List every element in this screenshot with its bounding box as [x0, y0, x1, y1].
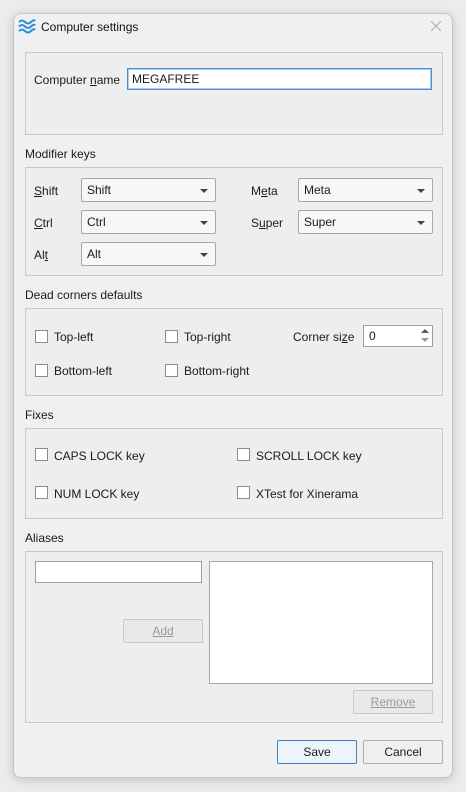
meta-select-value: Meta [304, 183, 331, 197]
aliases-heading: Aliases [25, 531, 64, 545]
alias-list[interactable] [209, 561, 433, 684]
alias-input[interactable] [35, 561, 202, 583]
general-group [25, 52, 443, 135]
ctrl-select[interactable]: Ctrl [81, 210, 216, 234]
bottom-right-label: Bottom-right [184, 364, 250, 378]
num-lock-label: NUM LOCK key [54, 487, 140, 501]
scroll-lock-label: SCROLL LOCK key [256, 449, 362, 463]
corner-size-value: 0 [369, 329, 376, 343]
meta-select[interactable]: Meta [298, 178, 433, 202]
shift-select[interactable]: Shift [81, 178, 216, 202]
dead-corners-group [25, 308, 443, 396]
top-left-checkbox[interactable] [35, 330, 48, 343]
chevron-down-icon [200, 253, 208, 257]
scroll-lock-checkbox[interactable] [237, 448, 250, 461]
fixes-heading: Fixes [25, 408, 54, 422]
modifier-keys-heading: Modifier keys [25, 147, 96, 161]
ctrl-label: Ctrl [34, 216, 53, 230]
computer-name-value: MEGAFREE [132, 72, 200, 86]
spin-down-icon[interactable] [420, 336, 430, 345]
xtest-xinerama-label: XTest for Xinerama [256, 487, 359, 501]
dead-corners-heading: Dead corners defaults [25, 288, 143, 302]
computer-name-label: Computer name [34, 73, 121, 87]
shift-label: Shift [34, 184, 59, 198]
spin-up-icon[interactable] [420, 327, 430, 336]
alt-select-value: Alt [87, 247, 102, 261]
caps-lock-checkbox[interactable] [35, 448, 48, 461]
super-label: Super [251, 216, 284, 230]
caps-lock-label: CAPS LOCK key [54, 449, 145, 463]
num-lock-checkbox[interactable] [35, 486, 48, 499]
bottom-left-label: Bottom-left [54, 364, 113, 378]
chevron-down-icon [417, 221, 425, 225]
bottom-right-checkbox[interactable] [165, 364, 178, 377]
add-alias-button[interactable]: Add [123, 619, 203, 643]
add-alias-label: Add [152, 624, 174, 638]
chevron-down-icon [200, 189, 208, 193]
bottom-left-checkbox[interactable] [35, 364, 48, 377]
corner-size-label: Corner size [293, 330, 355, 344]
meta-label: Meta [251, 184, 278, 198]
remove-alias-button[interactable]: Remove [353, 690, 433, 714]
shift-select-value: Shift [87, 183, 112, 197]
top-right-checkbox[interactable] [165, 330, 178, 343]
top-left-label: Top-left [54, 330, 94, 344]
chevron-down-icon [417, 189, 425, 193]
computer-name-field[interactable]: MEGAFREE [127, 68, 432, 90]
settings-dialog: Computer settings Computer name MEGAFREE… [13, 13, 453, 778]
super-select-value: Super [304, 215, 337, 229]
alt-select[interactable]: Alt [81, 242, 216, 266]
close-icon[interactable] [428, 18, 444, 34]
corner-size-spinbox[interactable]: 0 [363, 325, 433, 347]
top-right-label: Top-right [184, 330, 231, 344]
fixes-group [25, 428, 443, 519]
save-button[interactable]: Save [277, 740, 357, 764]
cancel-button[interactable]: Cancel [363, 740, 443, 764]
ctrl-select-value: Ctrl [87, 215, 106, 229]
remove-alias-label: Remove [370, 695, 416, 709]
chevron-down-icon [200, 221, 208, 225]
super-select[interactable]: Super [298, 210, 433, 234]
xtest-xinerama-checkbox[interactable] [237, 486, 250, 499]
alt-label: Alt [34, 248, 49, 262]
window-title: Computer settings [41, 20, 139, 34]
title-bar: Computer settings [14, 14, 452, 40]
wave-logo-icon [18, 19, 36, 34]
